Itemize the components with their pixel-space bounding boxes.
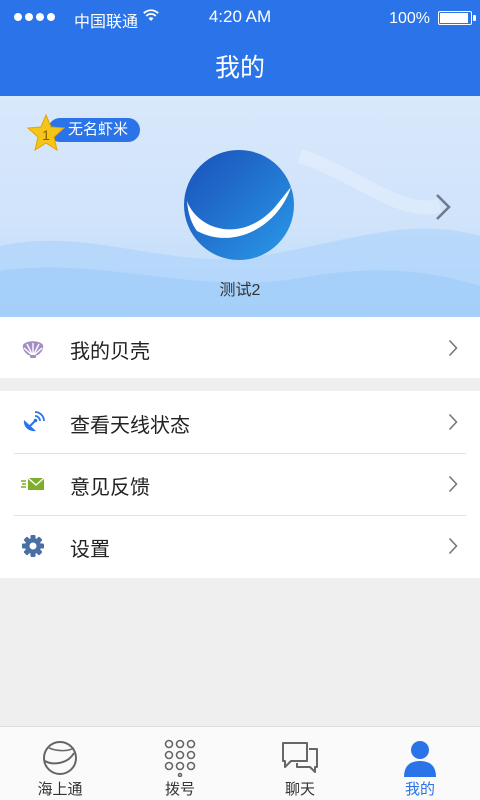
globe-icon [43,741,77,775]
dialpad-icon [164,739,196,777]
tab-label: 我的 [404,781,435,798]
chat-icon [282,742,318,773]
chevron-right-icon [448,475,458,493]
tab-label: 聊天 [284,781,315,798]
battery-percentage: 100% [389,10,430,27]
gear-icon [22,535,44,557]
bottom-tab-bar: 海上通 拨号 聊天 我的 [0,726,480,800]
menu-item-shells[interactable]: 我的贝壳 [0,317,480,379]
tab-label: 海上通 [37,781,83,798]
menu-item-settings[interactable]: 设置 [0,515,480,577]
menu-group-shells: 我的贝壳 [0,317,480,378]
chevron-right-icon [448,339,458,357]
battery-icon [438,11,476,25]
tab-mine[interactable]: 我的 [360,727,480,800]
status-bar: 中国联通 4:20 AM 100% [0,0,480,34]
tab-dial[interactable]: 拨号 [120,727,240,800]
avatar[interactable] [183,149,295,261]
profile-banner[interactable]: 无名虾米 1 测试2 [0,96,480,317]
star-icon: 1 [26,113,66,152]
menu-group-main: 查看天线状态 意见反馈 设置 [0,391,480,578]
menu-label-settings: 设置 [70,539,110,561]
top-bar: 中国联通 4:20 AM 100% 我的 [0,0,480,96]
chevron-right-icon [448,537,458,555]
chevron-right-icon[interactable] [434,192,452,222]
tab-chat[interactable]: 聊天 [240,727,360,800]
menu-label-antenna-status: 查看天线状态 [70,415,190,437]
rank-number: 1 [42,127,50,143]
tab-label: 拨号 [164,781,195,798]
menu-label-feedback: 意见反馈 [70,477,150,499]
shell-icon [22,341,44,358]
chevron-right-icon [448,413,458,431]
person-icon [404,741,436,777]
page-title: 我的 [214,54,265,82]
tab-sea-connect[interactable]: 海上通 [0,727,120,800]
menu-item-feedback[interactable]: 意见反馈 [0,453,480,515]
menu-item-antenna-status[interactable]: 查看天线状态 [0,391,480,453]
menu-label-shells: 我的贝壳 [70,341,150,363]
antenna-icon [23,411,45,432]
username: 测试2 [219,282,261,299]
mail-icon [21,477,45,490]
